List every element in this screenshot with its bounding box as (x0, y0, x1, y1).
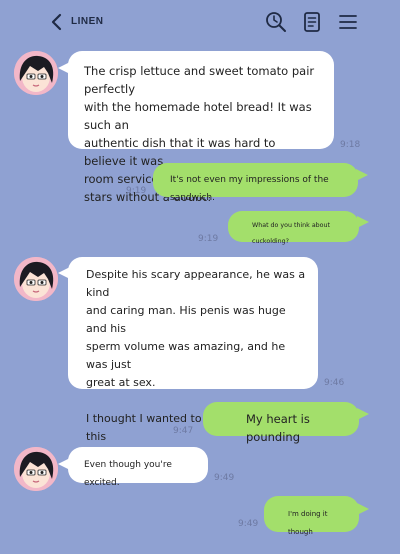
message-bubble-incoming[interactable]: The crisp lettuce and sweet tomato pair … (68, 51, 334, 204)
message-bubble-outgoing[interactable]: It's not even my impressions of the sand… (153, 163, 358, 203)
chevron-left-icon (51, 13, 62, 31)
document-icon (304, 12, 320, 32)
search-history-button[interactable] (264, 10, 288, 34)
message-time: 9:46 (324, 378, 345, 388)
message-time: 9:19 (126, 186, 147, 196)
message-time: 9:19 (198, 234, 219, 244)
avatar[interactable] (14, 257, 58, 301)
message-time: 9:49 (214, 473, 235, 483)
chat-title: LINEN (71, 16, 104, 27)
bubble-tail (357, 408, 369, 420)
menu-button[interactable] (336, 10, 360, 34)
bubble-tail (357, 216, 369, 228)
bubble-tail (356, 169, 368, 181)
character-avatar-icon (14, 257, 58, 301)
menu-icon (339, 15, 357, 29)
message-bubble-outgoing[interactable]: I'm doing it though (264, 496, 359, 536)
message-time: 9:49 (238, 519, 259, 529)
message-bubble-outgoing[interactable]: What do you think about cuckolding? (228, 211, 359, 245)
chat-header: LINEN (0, 0, 400, 44)
back-button[interactable] (47, 11, 65, 33)
avatar[interactable] (14, 447, 58, 491)
message-text: What do you think about cuckolding? (252, 222, 330, 245)
message-text: I'm doing it though (288, 510, 328, 536)
avatar[interactable] (14, 51, 58, 95)
character-avatar-icon (14, 51, 58, 95)
message-time: 9:18 (340, 140, 361, 150)
notes-button[interactable] (300, 10, 324, 34)
search-clock-icon (266, 12, 286, 32)
bubble-tail (357, 503, 369, 515)
message-text: It's not even my impressions of the sand… (170, 175, 329, 203)
message-bubble-outgoing[interactable]: My heart is pounding (203, 402, 359, 444)
message-text: Even though you're excited. (84, 460, 172, 488)
message-time: 9:47 (173, 426, 194, 436)
character-avatar-icon (14, 447, 58, 491)
message-bubble-incoming[interactable]: Even though you're excited. (68, 447, 208, 488)
message-text: My heart is pounding (246, 412, 310, 444)
message-bubble-incoming[interactable]: Despite his scary appearance, he was a k… (68, 257, 318, 461)
